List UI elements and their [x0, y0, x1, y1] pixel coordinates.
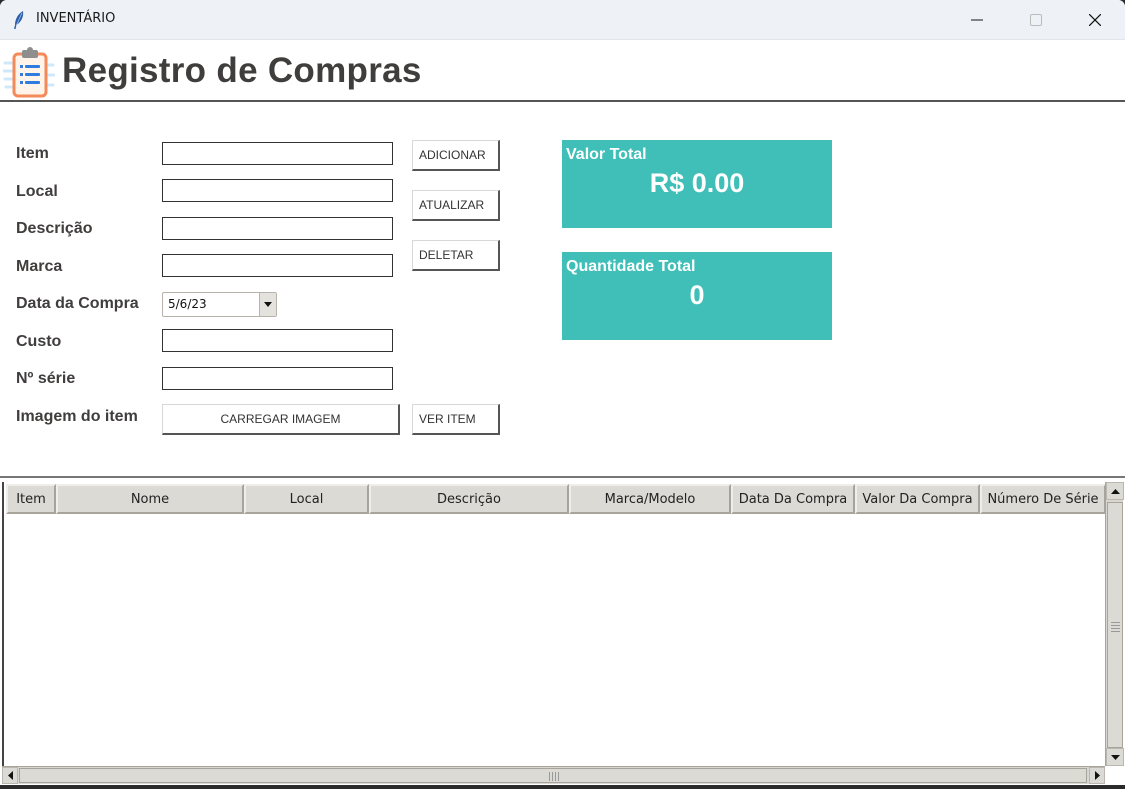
label-descricao: Descrição [16, 220, 93, 237]
arrow-up-icon [1110, 488, 1120, 494]
label-numero-serie: Nº série [16, 370, 76, 387]
vertical-scrollbar[interactable] [1105, 482, 1124, 766]
page-header: Registro de Compras [0, 40, 1125, 102]
deletar-button[interactable]: DELETAR [412, 240, 500, 271]
arrow-right-icon [1094, 771, 1100, 780]
numero-serie-input[interactable] [162, 367, 393, 390]
valor-total-value: R$ 0.00 [649, 168, 745, 198]
purchases-table-frame: Item Nome Local Descrição Marca/Modelo D… [0, 476, 1125, 785]
title-bar: INVENTÁRIO [0, 0, 1125, 40]
window-title: INVENTÁRIO [36, 11, 116, 26]
column-header-valor-compra[interactable]: Valor Da Compra [855, 484, 980, 514]
label-custo: Custo [16, 333, 62, 350]
marca-input[interactable] [162, 254, 393, 277]
arrow-left-icon [7, 771, 13, 780]
scroll-left-button[interactable] [2, 767, 18, 784]
purchases-table[interactable]: Item Nome Local Descrição Marca/Modelo D… [2, 482, 1106, 766]
column-header-data-compra[interactable]: Data Da Compra [731, 484, 855, 514]
label-marca: Marca [16, 258, 63, 275]
valor-total-label: Valor Total [566, 146, 647, 163]
label-local: Local [16, 183, 58, 200]
scroll-down-button[interactable] [1106, 748, 1124, 766]
horizontal-scroll-thumb[interactable] [19, 768, 1087, 783]
page-title: Registro de Compras [62, 51, 422, 90]
carregar-imagem-button[interactable]: CARREGAR IMAGEM [162, 404, 400, 435]
local-input[interactable] [162, 179, 393, 202]
maximize-button[interactable] [1007, 0, 1065, 40]
minimize-icon [971, 19, 983, 21]
column-header-item[interactable]: Item [6, 484, 56, 514]
label-imagem-item: Imagem do item [16, 408, 138, 425]
date-dropdown-button[interactable] [259, 293, 276, 316]
chevron-down-icon [264, 302, 272, 307]
purchase-date-value[interactable]: 5/6/23 [168, 297, 207, 311]
valor-total-card: Valor Total R$ 0.00 [562, 140, 832, 228]
column-header-marca-modelo[interactable]: Marca/Modelo [569, 484, 731, 514]
label-item: Item [16, 145, 49, 162]
quantidade-total-label: Quantidade Total [566, 258, 696, 275]
close-icon [1089, 14, 1101, 26]
horizontal-scrollbar[interactable] [2, 766, 1105, 784]
clipboard-list-icon [3, 47, 55, 98]
scroll-right-button[interactable] [1089, 767, 1105, 784]
ver-item-button[interactable]: VER ITEM [412, 404, 500, 435]
column-header-nome[interactable]: Nome [56, 484, 244, 514]
arrow-down-icon [1110, 754, 1120, 760]
label-data-compra: Data da Compra [16, 295, 139, 312]
quantidade-total-card: Quantidade Total 0 [562, 252, 832, 340]
column-header-descricao[interactable]: Descrição [369, 484, 569, 514]
vertical-scroll-thumb[interactable] [1107, 502, 1123, 748]
feather-icon [14, 11, 24, 29]
item-input[interactable] [162, 142, 393, 165]
scroll-up-button[interactable] [1106, 482, 1124, 500]
adicionar-button[interactable]: ADICIONAR [412, 140, 500, 171]
minimize-button[interactable] [948, 0, 1006, 40]
atualizar-button[interactable]: ATUALIZAR [412, 190, 500, 221]
app-window: INVENTÁRIO Registro de Compras Item Loca… [0, 0, 1125, 785]
table-header: Item Nome Local Descrição Marca/Modelo D… [6, 484, 1106, 514]
descricao-input[interactable] [162, 217, 393, 240]
close-button[interactable] [1066, 0, 1124, 40]
maximize-icon [1030, 14, 1042, 26]
column-header-numero-serie[interactable]: Número De Série [980, 484, 1106, 514]
purchase-date-picker[interactable]: 5/6/23 [162, 292, 277, 317]
quantidade-total-value: 0 [689, 280, 705, 310]
scrollbar-corner [1105, 766, 1123, 784]
column-header-local[interactable]: Local [244, 484, 369, 514]
custo-input[interactable] [162, 329, 393, 352]
